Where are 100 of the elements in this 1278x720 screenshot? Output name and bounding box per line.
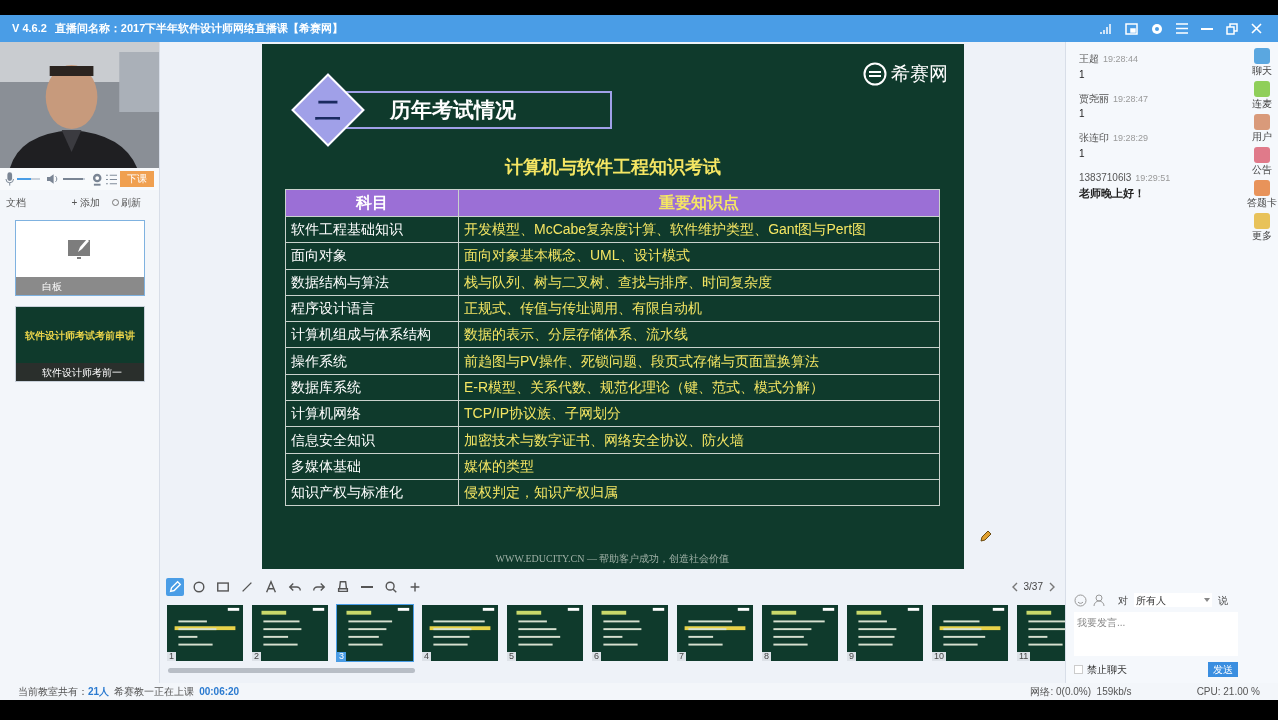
thumbnail-number: 1 bbox=[167, 652, 176, 661]
sender-name: 张连印 bbox=[1079, 131, 1109, 145]
message-time: 19:28:47 bbox=[1113, 92, 1149, 106]
table-cell-text: 侵权判定，知识产权归属 bbox=[463, 483, 619, 503]
thumbnail-number: 4 bbox=[422, 652, 431, 661]
thumbnail-number: 10 bbox=[932, 652, 946, 661]
table-cell: 计算机网络 bbox=[286, 401, 459, 427]
message-text: 1 bbox=[1079, 146, 1086, 161]
message-time: 19:28:44 bbox=[1103, 53, 1139, 66]
slide-thumbnail[interactable]: 5 bbox=[506, 604, 584, 662]
message-time: 19:29:51 bbox=[1135, 171, 1171, 185]
settings-icon[interactable] bbox=[1151, 22, 1163, 35]
document-caption: 白板 bbox=[41, 279, 62, 294]
table-cell-text: 加密技术与数字证书、网络安全协议、防火墙 bbox=[463, 430, 745, 450]
network-status: 网络: 0(0.0%) 159kb/s bbox=[1030, 685, 1132, 699]
signal-icon bbox=[1100, 23, 1112, 34]
slide-heading: 计算机与软件工程知识考试 bbox=[504, 156, 721, 179]
slide-footer: WWW.EDUCITY.CN — 帮助客户成功，创造社会价值 bbox=[495, 551, 730, 566]
thumbnail-number: 6 bbox=[592, 652, 601, 661]
eraser-icon bbox=[336, 579, 350, 594]
message-input[interactable]: 我要发言... bbox=[1074, 612, 1238, 656]
message-text: 老师晚上好！ bbox=[1079, 186, 1146, 201]
thumbnail-number: 11 bbox=[1017, 652, 1031, 661]
side-tab[interactable]: 答题卡 bbox=[1247, 180, 1277, 208]
table-cell-text: 栈与队列、树与二叉树、查找与排序、时间复杂度 bbox=[463, 272, 773, 292]
slide-thumbnail[interactable]: 8 bbox=[761, 604, 839, 662]
side-tab[interactable]: 用户 bbox=[1252, 114, 1272, 142]
slide-thumbnail[interactable]: 1 bbox=[166, 604, 244, 662]
thumbnail-number: 5 bbox=[507, 652, 516, 661]
circle-icon bbox=[192, 579, 206, 594]
recipient-dropdown[interactable]: 所有人 bbox=[1134, 593, 1212, 607]
sender-name: 13837106l3 bbox=[1079, 170, 1132, 185]
column-header: 科目 bbox=[286, 190, 459, 216]
slide-thumbnail[interactable]: 4 bbox=[421, 604, 499, 662]
dropdown-caret-icon bbox=[1204, 598, 1210, 602]
side-tab[interactable]: 更多 bbox=[1252, 213, 1272, 241]
table-cell-text: 媒体的类型 bbox=[463, 456, 535, 476]
whiteboard-icon bbox=[67, 238, 92, 260]
message-time: 19:28:29 bbox=[1113, 132, 1149, 145]
recipient-suffix: 说 bbox=[1218, 593, 1228, 608]
thumbnail-number: 9 bbox=[847, 652, 856, 661]
emoji-icon[interactable] bbox=[1074, 593, 1087, 607]
slide-thumbnail[interactable]: 11 bbox=[1016, 604, 1065, 662]
table-cell: 信息安全知识 bbox=[286, 427, 459, 453]
document-caption: 软件设计师考前一 bbox=[41, 365, 122, 380]
table-cell-text: 数据的表示、分层存储体系、流水线 bbox=[463, 325, 689, 345]
window-title: 直播间名称：2017下半年软件设计师网络直播课【希赛网】 bbox=[54, 21, 344, 37]
logo-text: 希赛网 bbox=[890, 62, 948, 86]
rectangle-icon bbox=[216, 579, 230, 594]
table-cell: 操作系统 bbox=[286, 348, 459, 374]
tool-button[interactable] bbox=[166, 577, 184, 596]
table-cell: 多媒体基础 bbox=[286, 453, 459, 479]
text-tool-icon bbox=[264, 579, 278, 594]
side-tab[interactable]: 公告 bbox=[1252, 147, 1272, 175]
classroom-label: 当前教室共有：21人 bbox=[18, 685, 110, 699]
pencil-icon bbox=[979, 530, 992, 542]
user-icon[interactable] bbox=[1093, 593, 1106, 607]
previous-page-icon[interactable] bbox=[1011, 581, 1018, 592]
search-icon bbox=[384, 579, 398, 594]
slide-thumbnail[interactable]: 10 bbox=[931, 604, 1009, 662]
cpu-status: CPU: 21.00 % bbox=[1196, 685, 1260, 699]
section-badge: 二 bbox=[290, 73, 365, 147]
speaker-icon[interactable] bbox=[47, 173, 60, 185]
list-icon[interactable] bbox=[105, 173, 117, 185]
table-cell: 计算机组成与体系结构 bbox=[286, 322, 459, 348]
version-label: V 4.6.2 bbox=[12, 21, 47, 37]
teacher-status: 希赛教一正在上课 bbox=[114, 685, 195, 699]
webcam-icon[interactable] bbox=[92, 172, 103, 186]
document-item[interactable]: 软件设计师考试考前串讲 软件设计师考前一 bbox=[14, 306, 145, 382]
thumbnail-number: 8 bbox=[762, 652, 771, 661]
page-indicator: 3/37 bbox=[1023, 580, 1043, 594]
table-cell-text: 面向对象基本概念、UML、设计模式 bbox=[463, 246, 691, 266]
menu-icon[interactable] bbox=[1176, 23, 1188, 34]
message-text: 1 bbox=[1079, 67, 1086, 82]
zoom-out-icon bbox=[361, 585, 373, 588]
mute-label: 禁止聊天 bbox=[1087, 663, 1127, 677]
table-cell: 知识产权与标准化 bbox=[286, 479, 459, 506]
slide-thumbnail[interactable]: 7 bbox=[676, 604, 754, 662]
add-link[interactable]: + 添加 bbox=[71, 194, 100, 210]
table-cell-text: 正规式、传值与传址调用、有限自动机 bbox=[463, 299, 703, 319]
mute-checkbox[interactable] bbox=[1074, 665, 1083, 674]
restore-icon[interactable] bbox=[1226, 22, 1238, 35]
next-page-icon[interactable] bbox=[1049, 581, 1055, 592]
microphone-icon[interactable] bbox=[5, 172, 15, 186]
pen-icon bbox=[168, 579, 182, 594]
refresh-link[interactable]: 刷新 bbox=[121, 194, 141, 210]
slide-thumbnail[interactable]: 9 bbox=[846, 604, 924, 662]
close-icon[interactable] bbox=[1251, 23, 1262, 34]
slide-thumbnail[interactable]: 2 bbox=[251, 604, 329, 662]
message-text: 1 bbox=[1079, 107, 1086, 121]
refresh-icon bbox=[112, 198, 119, 206]
class-timer: 00:06:20 bbox=[199, 685, 240, 699]
side-tab[interactable]: 聊天 bbox=[1252, 48, 1272, 76]
screen-share-icon[interactable] bbox=[1125, 22, 1138, 35]
logo-icon bbox=[862, 62, 887, 87]
table-cell-text: 前趋图与PV操作、死锁问题、段页式存储与页面置换算法 bbox=[463, 351, 820, 371]
table-cell-text: E-R模型、关系代数、规范化理论（键、范式、模式分解） bbox=[463, 377, 826, 397]
side-tab[interactable]: 连麦 bbox=[1252, 81, 1272, 109]
slide-thumbnail[interactable]: 6 bbox=[591, 604, 669, 662]
minimize-icon[interactable] bbox=[1201, 27, 1213, 30]
